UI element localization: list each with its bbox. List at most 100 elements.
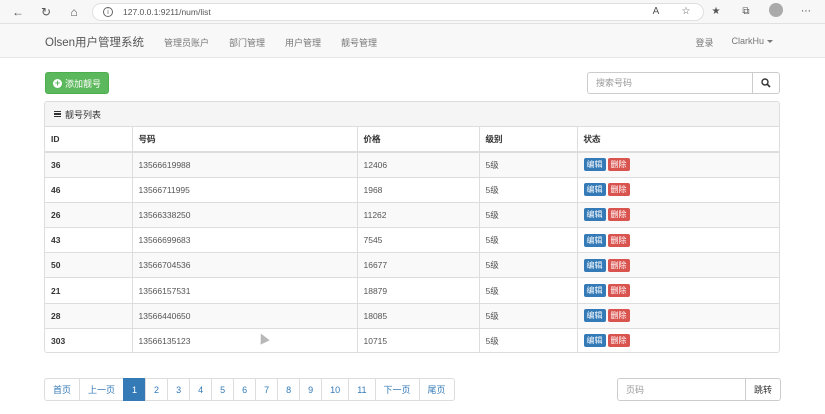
table-row: 50 13566704536 16677 5级 编辑 删除 — [45, 252, 779, 279]
header-level: 级别 — [479, 127, 578, 153]
caret-down-icon — [767, 40, 773, 44]
delete-button[interactable]: 删除 — [607, 183, 630, 197]
page-number[interactable]: 10 — [321, 378, 350, 401]
cell-price: 1968 — [357, 177, 480, 203]
cell-actions: 编辑 删除 — [577, 227, 779, 254]
search-input[interactable] — [587, 72, 754, 94]
edit-button[interactable]: 编辑 — [583, 183, 606, 197]
reload-icon[interactable]: ↻ — [36, 2, 56, 22]
table-row: 21 13566157531 18879 5级 编辑 删除 — [45, 277, 779, 304]
more-icon[interactable]: ⋯ — [797, 6, 815, 17]
page-jump-input[interactable] — [617, 378, 746, 401]
cell-id: 50 — [45, 252, 133, 279]
user-menu[interactable]: ClarkHu — [731, 36, 773, 49]
search-button[interactable] — [753, 72, 780, 94]
cell-mobile: 13566157531 — [132, 277, 358, 304]
edit-button[interactable]: 编辑 — [583, 208, 606, 222]
page-last[interactable]: 尾页 — [418, 378, 455, 401]
home-icon[interactable]: ⌂ — [64, 2, 84, 22]
cell-mobile: 13566704536 — [132, 252, 358, 279]
cell-mobile: 13566711995 — [132, 177, 358, 203]
cell-level: 5级 — [479, 303, 578, 329]
page-jump-group: 跳转 — [617, 378, 781, 401]
page-next[interactable]: 下一页 — [374, 378, 420, 401]
table-row: 28 13566440650 18085 5级 编辑 删除 — [45, 303, 779, 329]
brand[interactable]: Olsen用户管理系统 — [45, 34, 144, 50]
nav-pretty-numbers[interactable]: 靓号管理 — [341, 36, 377, 49]
page-number[interactable]: 5 — [211, 378, 235, 401]
cell-price: 12406 — [357, 152, 480, 178]
delete-button[interactable]: 删除 — [607, 208, 630, 222]
table-row: 26 13566338250 11262 5级 编辑 删除 — [45, 202, 779, 229]
page-number[interactable]: 8 — [277, 378, 301, 401]
cell-id: 21 — [45, 277, 133, 304]
edit-button[interactable]: 编辑 — [583, 158, 606, 172]
cell-mobile: 13566699683 — [132, 227, 358, 254]
page-number[interactable]: 11 — [348, 378, 376, 401]
address-bar[interactable]: i 127.0.0.1:9211/num/list — [92, 3, 704, 21]
navbar: Olsen用户管理系统 管理员账户 部门管理 用户管理 靓号管理 登录 Clar… — [0, 24, 825, 58]
profile-icon[interactable] — [767, 3, 785, 20]
cell-id: 43 — [45, 227, 133, 254]
delete-button[interactable]: 删除 — [607, 233, 630, 247]
nav-users[interactable]: 用户管理 — [285, 36, 321, 49]
cell-price: 18085 — [357, 303, 480, 329]
collections-icon[interactable]: ⧉ — [737, 6, 755, 17]
table-row: 46 13566711995 1968 5级 编辑 删除 — [45, 177, 779, 203]
cell-id: 28 — [45, 303, 133, 329]
page-number[interactable]: 2 — [145, 378, 169, 401]
cell-mobile: 13566619988 — [132, 152, 358, 178]
cell-id: 303 — [45, 328, 133, 352]
read-aloud-icon[interactable]: A — [647, 6, 665, 17]
delete-button[interactable]: 删除 — [607, 284, 630, 298]
panel-heading: 靓号列表 — [45, 102, 779, 127]
browser-toolbar: ← ↻ ⌂ i 127.0.0.1:9211/num/list A ☆ ★ ⧉ … — [0, 0, 825, 24]
search-group — [587, 72, 780, 94]
page-number[interactable]: 4 — [189, 378, 213, 401]
edit-button[interactable]: 编辑 — [583, 233, 606, 247]
user-name: ClarkHu — [731, 36, 764, 46]
edit-button[interactable]: 编辑 — [583, 258, 606, 272]
nav-departments[interactable]: 部门管理 — [229, 36, 265, 49]
delete-button[interactable]: 删除 — [607, 158, 630, 172]
cell-level: 5级 — [479, 277, 578, 304]
info-icon[interactable]: i — [103, 7, 113, 17]
cell-actions: 编辑 删除 — [577, 177, 779, 203]
page-number[interactable]: 1 — [123, 378, 147, 401]
page-number[interactable]: 3 — [167, 378, 191, 401]
delete-button[interactable]: 删除 — [607, 309, 630, 323]
cell-level: 5级 — [479, 152, 578, 178]
add-number-button[interactable]: + 添加靓号 — [45, 72, 109, 94]
edit-button[interactable]: 编辑 — [583, 284, 606, 298]
page-number[interactable]: 9 — [299, 378, 323, 401]
cell-id: 26 — [45, 202, 133, 229]
url-text: 127.0.0.1:9211/num/list — [123, 7, 211, 17]
table-row: 303 13566135123 10715 5级 编辑 删除 — [45, 328, 779, 352]
add-favorite-icon[interactable]: ☆ — [677, 6, 695, 17]
edit-button[interactable]: 编辑 — [583, 334, 606, 348]
back-icon[interactable]: ← — [8, 2, 28, 22]
login-link[interactable]: 登录 — [695, 36, 713, 49]
plus-circle-icon: + — [52, 77, 62, 88]
pagination: 首页 上一页 1 2 3 4 5 6 7 8 9 10 11 下一页 尾页 — [44, 378, 455, 401]
page-first[interactable]: 首页 — [44, 378, 81, 401]
delete-button[interactable]: 删除 — [607, 258, 630, 272]
page-jump-button[interactable]: 跳转 — [746, 378, 781, 401]
cell-mobile: 13566440650 — [132, 303, 358, 329]
cell-actions: 编辑 删除 — [577, 277, 779, 304]
table-row: 43 13566699683 7545 5级 编辑 删除 — [45, 227, 779, 254]
page-number[interactable]: 6 — [233, 378, 257, 401]
cell-level: 5级 — [479, 227, 578, 254]
page-number[interactable]: 7 — [255, 378, 279, 401]
cell-id: 46 — [45, 177, 133, 203]
nav-links: 管理员账户 部门管理 用户管理 靓号管理 — [164, 36, 397, 49]
delete-button[interactable]: 删除 — [607, 334, 630, 348]
nav-admin-accounts[interactable]: 管理员账户 — [164, 36, 209, 49]
header-status: 状态 — [577, 127, 779, 153]
cell-price: 16677 — [357, 252, 480, 279]
page-prev[interactable]: 上一页 — [79, 378, 125, 401]
cell-price: 7545 — [357, 227, 480, 254]
panel-title: 靓号列表 — [65, 109, 102, 120]
edit-button[interactable]: 编辑 — [583, 309, 606, 323]
favorites-icon[interactable]: ★ — [707, 6, 725, 17]
